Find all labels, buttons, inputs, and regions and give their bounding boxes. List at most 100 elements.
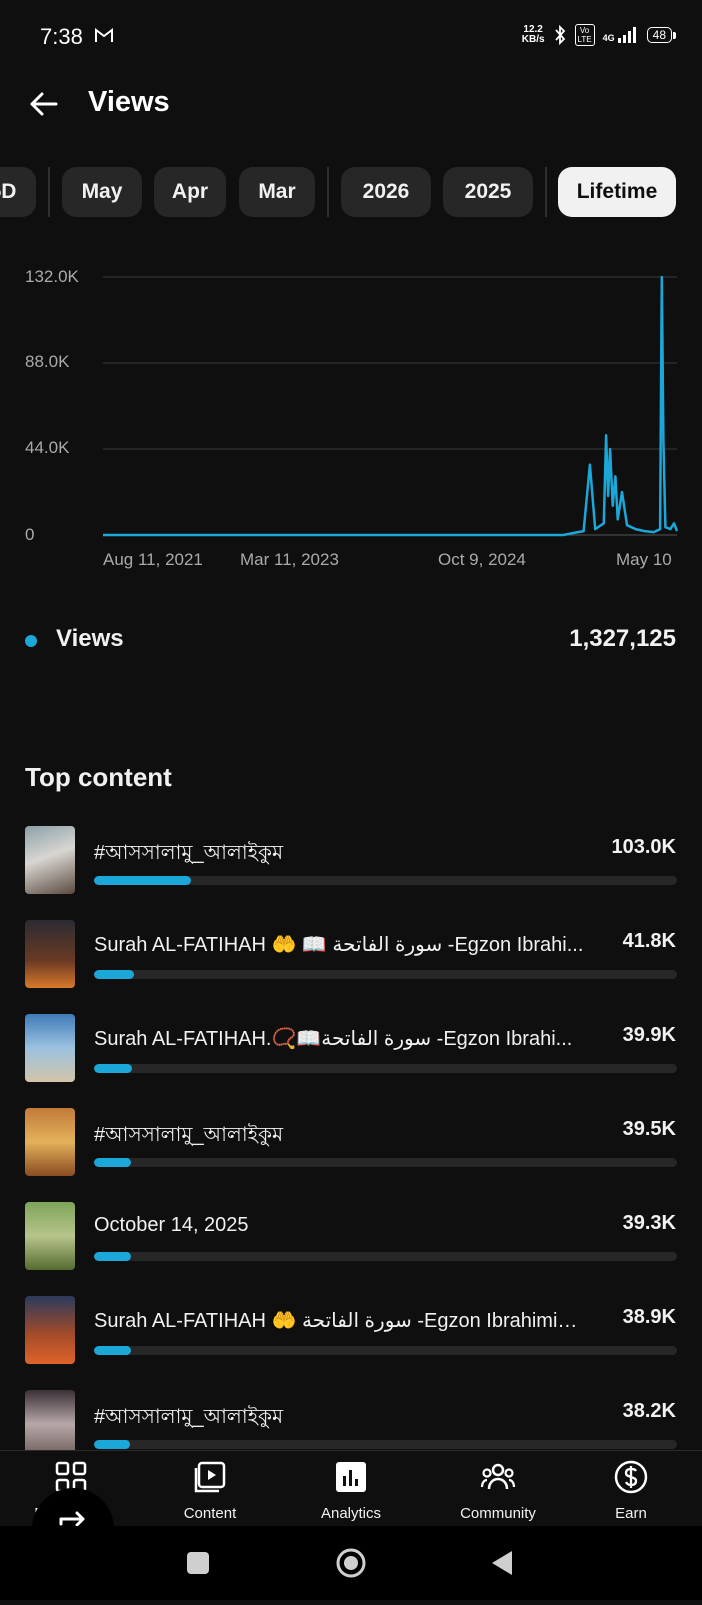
list-item[interactable]: Surah AL-FATIHAH 🤲 سورة الفاتحة -Egzon I… xyxy=(0,1296,702,1366)
nav-analytics[interactable]: Analytics xyxy=(296,1451,406,1527)
chip-lifetime[interactable]: Lifetime xyxy=(558,167,676,217)
y-tick-label: 44.0K xyxy=(25,438,70,457)
views-metric: Views 1,327,125 xyxy=(0,620,702,660)
page-title: Views xyxy=(88,86,170,118)
chip-5d[interactable]: 5D xyxy=(0,167,36,217)
video-title: October 14, 2025 xyxy=(94,1214,249,1236)
nav-label: Community xyxy=(460,1505,536,1522)
x-tick-label: May 10 xyxy=(616,550,672,569)
net-speed-unit: KB/s xyxy=(521,34,545,45)
chip-may[interactable]: May xyxy=(62,167,142,217)
home-icon-inner xyxy=(344,1556,358,1570)
chart-svg xyxy=(103,275,679,537)
nav-community[interactable]: Community xyxy=(436,1451,560,1527)
nav-label: Analytics xyxy=(320,1505,382,1522)
video-views: 38.9K xyxy=(622,1306,676,1328)
series-dot xyxy=(25,635,37,647)
analytics-icon xyxy=(336,1462,366,1492)
volte-icon: Vo LTE xyxy=(574,24,595,46)
views-bar-track xyxy=(94,876,677,885)
list-item[interactable]: Surah AL-FATIHAH.📿📖سورة الفاتحة -Egzon I… xyxy=(0,1014,702,1084)
views-series-line xyxy=(103,275,679,537)
video-thumbnail[interactable] xyxy=(25,1296,75,1364)
chip-divider xyxy=(545,167,547,217)
list-item[interactable]: #আসসালামু_আলাইকুম 103.0K xyxy=(0,826,702,896)
system-nav-svg xyxy=(187,1548,512,1578)
bluetooth-icon xyxy=(554,25,565,45)
nav-earn[interactable]: Earn xyxy=(576,1451,686,1527)
views-bar-fill xyxy=(94,1252,132,1261)
video-thumbnail[interactable] xyxy=(25,1014,75,1082)
battery-icon: 48 xyxy=(646,27,677,43)
views-bar-track xyxy=(94,1440,677,1449)
volte-top: Vo xyxy=(579,26,590,35)
video-thumbnail[interactable] xyxy=(25,1202,75,1270)
views-bar-fill xyxy=(94,970,134,979)
nav-label: Earn xyxy=(615,1505,647,1522)
views-bar-fill xyxy=(94,1158,132,1167)
metric-value: 1,327,125 xyxy=(569,625,676,652)
video-title: Surah AL-FATIHAH 🤲 📖 سورة الفاتحة -Egzon… xyxy=(94,934,584,956)
video-views: 103.0K xyxy=(611,836,677,858)
views-bar-track xyxy=(94,1346,677,1355)
app-header: Views xyxy=(0,80,702,128)
video-views: 38.2K xyxy=(622,1400,676,1422)
views-bar-fill xyxy=(94,1440,131,1449)
community-icon xyxy=(480,1463,516,1490)
video-views: 39.5K xyxy=(622,1118,676,1140)
top-content-title: Top content xyxy=(25,762,172,792)
recent-apps-icon[interactable] xyxy=(187,1552,209,1574)
period-chips: 5D May Apr Mar 2026 2025 Lifetime xyxy=(0,167,702,217)
x-tick-label: Oct 9, 2024 xyxy=(438,550,526,569)
back-nav-icon[interactable] xyxy=(492,1551,512,1575)
video-title: #আসসালামু_আলাইকুম xyxy=(94,842,284,864)
system-navigation-bar xyxy=(0,1526,702,1600)
signal-icon xyxy=(617,27,636,43)
list-item[interactable]: #আসসালামু_আলাইকুম 39.5K xyxy=(0,1108,702,1178)
gmail-icon xyxy=(95,28,113,42)
video-views: 41.8K xyxy=(622,930,676,952)
y-tick-label: 0 xyxy=(25,525,35,544)
status-bar: 7:38 12.2 KB/s Vo LTE 4G 48 xyxy=(0,0,702,78)
views-bar-track xyxy=(94,970,677,979)
views-bar-fill xyxy=(94,1064,132,1073)
video-views: 39.9K xyxy=(622,1024,676,1046)
chip-apr[interactable]: Apr xyxy=(154,167,226,217)
views-bar-track xyxy=(94,1064,677,1073)
earn-icon xyxy=(614,1460,648,1494)
chip-2025[interactable]: 2025 xyxy=(443,167,533,217)
content-icon xyxy=(194,1461,226,1493)
nav-content[interactable]: Content xyxy=(155,1451,265,1527)
x-tick-label: Aug 11, 2021 xyxy=(103,550,203,569)
video-thumbnail[interactable] xyxy=(25,826,75,894)
net-speed: 12.2 KB/s xyxy=(522,25,545,45)
views-bar-fill xyxy=(94,1346,131,1355)
chip-divider xyxy=(48,167,50,217)
nav-label: Content xyxy=(183,1505,237,1522)
metric-label: Views xyxy=(56,625,124,652)
video-thumbnail[interactable] xyxy=(25,1108,75,1176)
chip-2026[interactable]: 2026 xyxy=(341,167,431,217)
list-item[interactable]: Surah AL-FATIHAH 🤲 📖 سورة الفاتحة -Egzon… xyxy=(0,920,702,990)
chip-divider xyxy=(327,167,329,217)
views-bar-track xyxy=(94,1252,677,1261)
status-time: 7:38 xyxy=(40,24,83,49)
video-title: Surah AL-FATIHAH 🤲 سورة الفاتحة -Egzon I… xyxy=(94,1310,584,1332)
video-title: Surah AL-FATIHAH.📿📖سورة الفاتحة -Egzon I… xyxy=(94,1028,573,1050)
views-bar-track xyxy=(94,1158,677,1167)
views-chart: 132.0K 88.0K 44.0K 0 Aug 11, 2021 Mar 11… xyxy=(0,255,702,575)
video-title: #আসসালামু_আলাইকুম xyxy=(94,1124,284,1146)
views-bar-fill xyxy=(94,876,192,885)
x-tick-label: Mar 11, 2023 xyxy=(240,550,339,569)
y-tick-label: 88.0K xyxy=(25,352,70,371)
chip-mar[interactable]: Mar xyxy=(239,167,315,217)
video-views: 39.3K xyxy=(622,1212,676,1234)
network-type: 4G xyxy=(602,33,615,43)
video-thumbnail[interactable] xyxy=(25,920,75,988)
volte-bottom: LTE xyxy=(577,35,592,44)
back-arrow-icon[interactable] xyxy=(26,86,62,122)
video-thumbnail[interactable] xyxy=(25,1390,75,1458)
video-title: #আসসালামু_আলাইকুম xyxy=(94,1406,284,1428)
list-item[interactable]: October 14, 2025 39.3K xyxy=(0,1202,702,1272)
y-tick-label: 132.0K xyxy=(25,267,79,286)
